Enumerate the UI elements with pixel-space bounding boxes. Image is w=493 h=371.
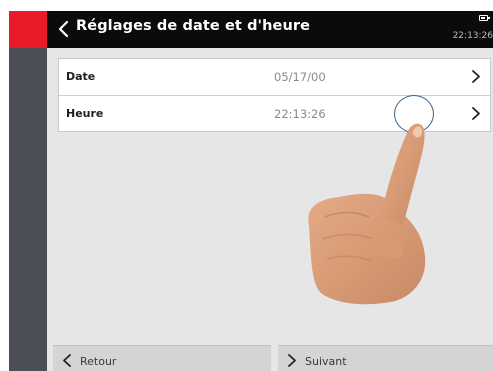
row-value: 05/17/00 [274, 70, 326, 84]
row-label: Date [66, 70, 96, 83]
chevron-right-icon[interactable] [471, 106, 481, 121]
title-bar: Réglages de date et d'heure 22:13:26 [47, 11, 493, 48]
settings-row-date[interactable]: Date 05/17/00 [59, 59, 490, 95]
back-button[interactable]: Retour [53, 345, 271, 371]
pointing-hand-icon [308, 123, 426, 305]
chevron-left-icon[interactable] [57, 20, 71, 38]
left-sidebar-strip [9, 48, 47, 371]
chevron-left-icon [63, 354, 71, 367]
battery-icon [479, 15, 490, 21]
page-title: Réglages de date et d'heure [76, 18, 311, 34]
device-screen: Réglages de date et d'heure 22:13:26 Dat… [9, 11, 493, 371]
back-button-label: Retour [80, 355, 117, 368]
chevron-right-icon [288, 354, 296, 367]
next-button[interactable]: Suivant [278, 345, 493, 371]
next-button-label: Suivant [305, 355, 347, 368]
status-clock: 22:13:26 [452, 31, 493, 41]
footer-bar: Retour Suivant [47, 345, 493, 371]
chevron-right-icon[interactable] [471, 69, 481, 84]
row-label: Heure [66, 107, 104, 120]
brand-accent-tab [9, 11, 47, 48]
